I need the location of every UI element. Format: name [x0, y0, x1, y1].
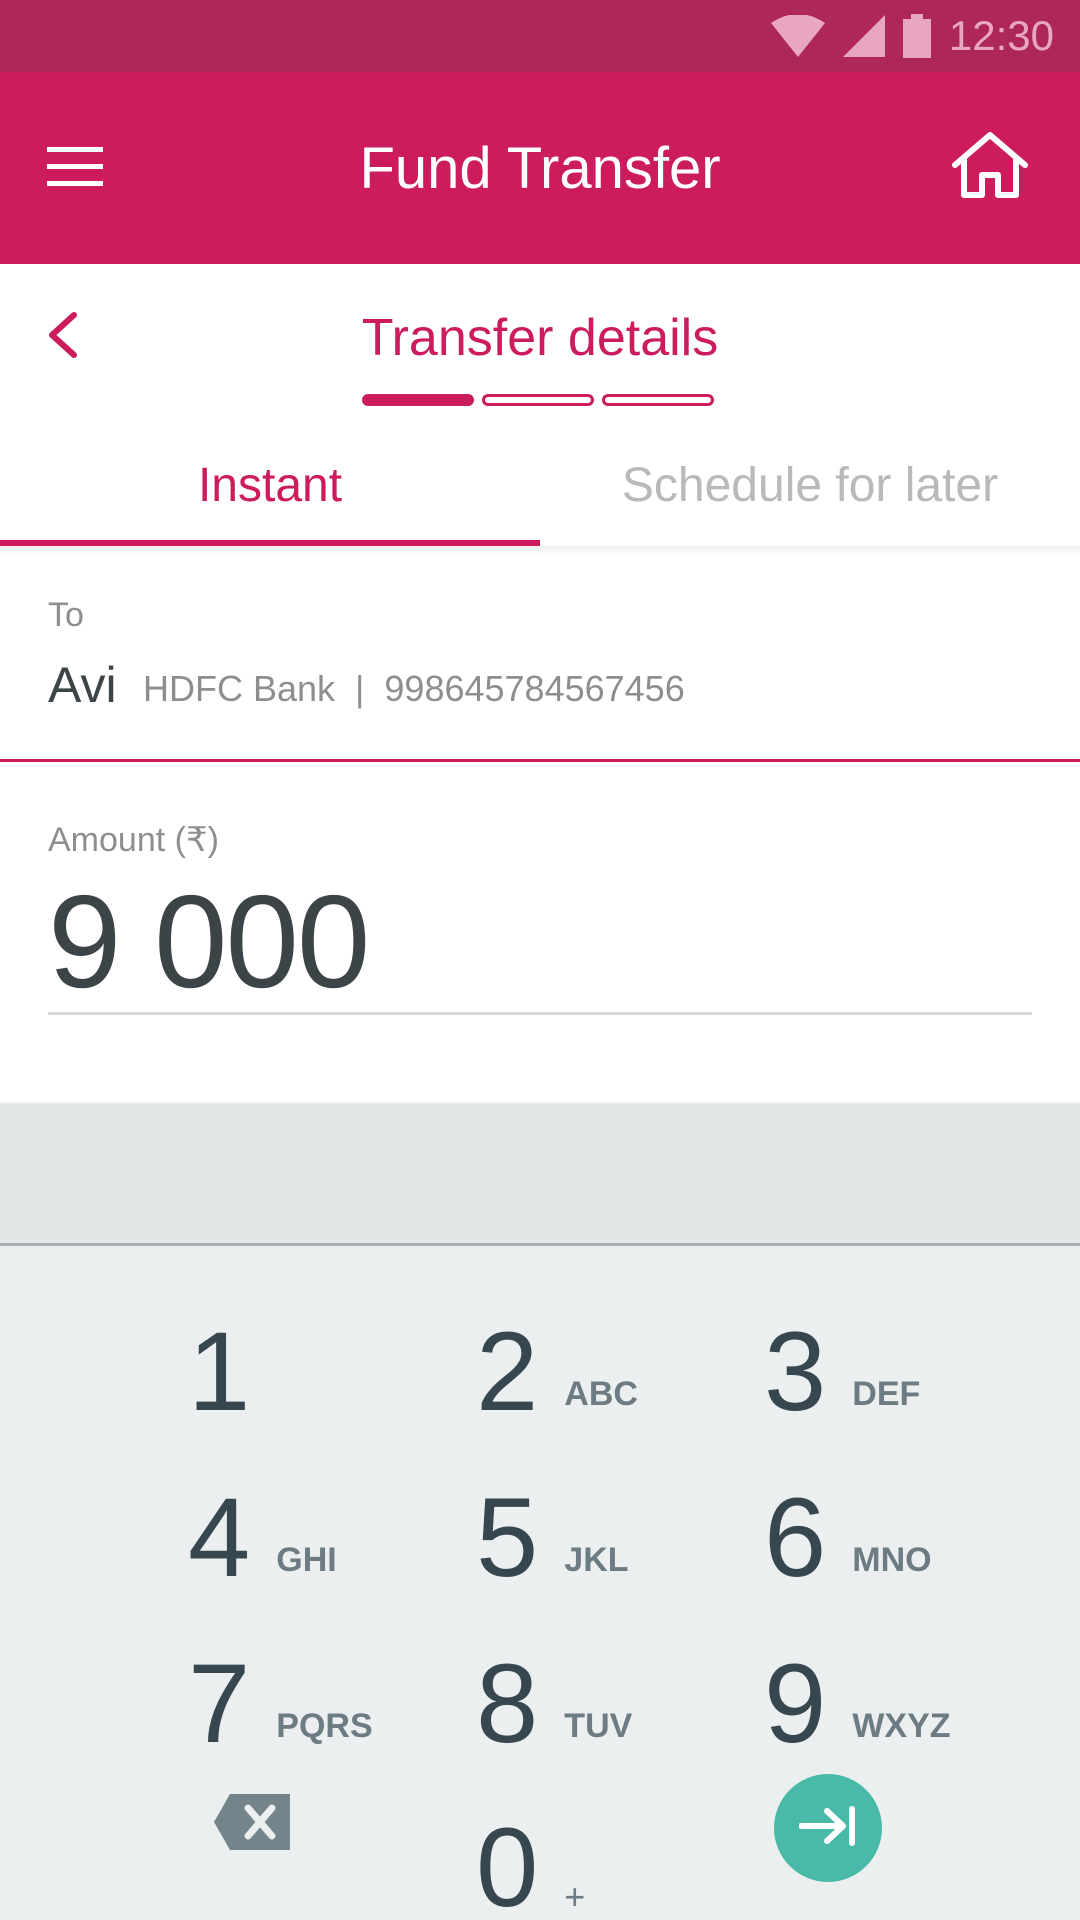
key-letters: GHI — [276, 1541, 337, 1579]
key-digit: 1 — [188, 1309, 251, 1434]
key-digit: 6 — [764, 1475, 827, 1600]
tabs-divider — [0, 546, 1080, 556]
key-digit: 3 — [764, 1309, 827, 1434]
key-digit: 8 — [476, 1641, 539, 1766]
key-6[interactable]: 6 MNO — [764, 1444, 1024, 1594]
arrow-right-to-bar-icon — [798, 1805, 857, 1851]
recipient-bank-details: HDFC Bank | 998645784567456 — [143, 668, 685, 709]
home-icon — [951, 131, 1029, 206]
page-title: Fund Transfer — [359, 135, 721, 201]
key-7[interactable]: 7 PQRS — [188, 1610, 448, 1760]
key-letters: TUV — [564, 1707, 633, 1745]
key-9[interactable]: 9 WXYZ — [764, 1610, 1024, 1760]
recipient-name: Avi — [48, 657, 117, 713]
amount-label: Amount (₹) — [48, 821, 219, 859]
key-letters: WXYZ — [852, 1707, 951, 1745]
tab-schedule-for-later[interactable]: Schedule for later — [540, 424, 1080, 546]
wifi-icon — [770, 15, 825, 57]
key-digit: 0 — [476, 1805, 539, 1920]
key-digit: 7 — [188, 1641, 251, 1766]
app-bar: Fund Transfer — [0, 72, 1080, 264]
key-letters: PQRS — [276, 1707, 373, 1745]
recipient-label: To — [48, 596, 84, 634]
key-4[interactable]: 4 GHI — [188, 1444, 448, 1594]
key-digit: 9 — [764, 1641, 827, 1766]
amount-section: Amount (₹) 9 000 — [0, 762, 1080, 1102]
key-digit: 2 — [476, 1309, 539, 1434]
next-button[interactable] — [774, 1774, 882, 1882]
key-letters: + — [564, 1876, 586, 1917]
step-2-indicator — [482, 394, 594, 406]
keypad-top-strip — [0, 1102, 1080, 1246]
key-3[interactable]: 3 DEF — [764, 1278, 1024, 1428]
backspace-icon — [214, 1794, 290, 1854]
numeric-keypad: 1 2 ABC 3 DEF 4 GHI 5 JKL 6 MNO 7 PQRS 8… — [0, 1246, 1080, 1920]
transfer-type-tabs: Instant Schedule for later — [0, 424, 1080, 546]
step-indicator — [362, 394, 714, 408]
key-letters: ABC — [564, 1375, 638, 1413]
amount-underline — [48, 1012, 1032, 1015]
key-letters: DEF — [852, 1375, 921, 1413]
key-digit: 4 — [188, 1475, 251, 1600]
key-5[interactable]: 5 JKL — [476, 1444, 736, 1594]
step-3-indicator — [602, 394, 714, 406]
tab-instant[interactable]: Instant — [0, 424, 540, 546]
key-8[interactable]: 8 TUV — [476, 1610, 736, 1760]
key-1[interactable]: 1 — [188, 1278, 448, 1428]
key-0[interactable]: 0 + — [476, 1774, 736, 1920]
section-title: Transfer details — [361, 309, 719, 367]
step-1-indicator — [362, 394, 474, 406]
backspace-button[interactable] — [214, 1794, 290, 1850]
sub-header: Transfer details — [0, 264, 1080, 424]
status-time: 12:30 — [948, 12, 1054, 59]
home-button[interactable] — [948, 126, 1032, 210]
key-letters: MNO — [852, 1541, 932, 1579]
battery-icon — [902, 14, 931, 58]
key-2[interactable]: 2 ABC — [476, 1278, 736, 1428]
key-letters: JKL — [564, 1541, 629, 1579]
recipient-section[interactable]: To Avi HDFC Bank | 998645784567456 — [0, 556, 1080, 762]
key-digit: 5 — [476, 1475, 539, 1600]
amount-input[interactable]: 9 000 — [48, 866, 370, 1017]
status-bar: 12:30 — [0, 0, 1080, 72]
signal-icon — [842, 15, 885, 57]
